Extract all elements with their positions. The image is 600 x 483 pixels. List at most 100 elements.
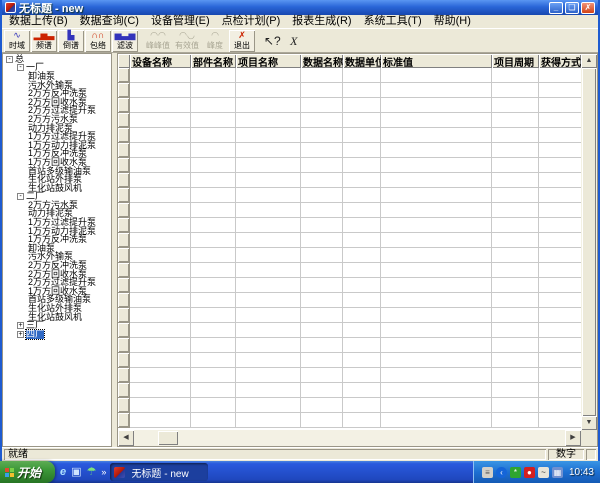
grid-cell[interactable] — [381, 338, 492, 353]
grid-cell[interactable] — [539, 383, 581, 398]
grid-cell[interactable] — [191, 263, 236, 278]
grid-column-header[interactable]: 项目周期 — [492, 54, 539, 68]
grid-cell[interactable] — [130, 353, 191, 368]
grid-cell[interactable] — [492, 308, 539, 323]
grid-cell[interactable] — [343, 113, 381, 128]
grid-cell[interactable] — [236, 203, 301, 218]
grid-cell[interactable] — [191, 158, 236, 173]
tree-node[interactable]: -一厂 — [4, 64, 111, 73]
grid-cell[interactable] — [539, 143, 581, 158]
tree-expand-icon[interactable]: - — [17, 64, 24, 71]
grid-cell[interactable] — [381, 278, 492, 293]
grid-cell[interactable] — [191, 398, 236, 413]
row-selector-cell[interactable] — [118, 368, 130, 383]
row-selector-cell[interactable] — [118, 68, 130, 83]
menu-item-help[interactable]: 帮助(H) — [428, 15, 477, 28]
grid-cell[interactable] — [236, 353, 301, 368]
tree-expand-icon[interactable]: + — [17, 322, 24, 329]
grid-cell[interactable] — [301, 98, 343, 113]
grid-cell[interactable] — [343, 338, 381, 353]
grid-cell[interactable] — [191, 233, 236, 248]
grid-cell[interactable] — [539, 323, 581, 338]
grid-cell[interactable] — [130, 143, 191, 158]
grid-cell[interactable] — [191, 248, 236, 263]
grid-cell[interactable] — [236, 218, 301, 233]
grid-cell[interactable] — [236, 293, 301, 308]
start-button[interactable]: 开始 — [0, 461, 55, 483]
grid-cell[interactable] — [191, 338, 236, 353]
grid-cell[interactable] — [301, 113, 343, 128]
close-button[interactable]: ✗ — [581, 2, 595, 14]
grid-column-header[interactable]: 设备名称 — [130, 54, 191, 68]
grid-cell[interactable] — [539, 128, 581, 143]
grid-cell[interactable] — [191, 368, 236, 383]
grid-cell[interactable] — [381, 368, 492, 383]
grid-cell[interactable] — [381, 128, 492, 143]
toolbar-context-help[interactable]: ↖? — [262, 30, 283, 52]
grid-column-header[interactable]: 项目名称 — [236, 54, 301, 68]
grid-column-header[interactable]: 获得方式 — [539, 54, 581, 68]
grid-cell[interactable] — [301, 188, 343, 203]
toolbar-time-domain[interactable]: ∿时域 — [4, 30, 30, 52]
grid-cell[interactable] — [492, 158, 539, 173]
grid-cell[interactable] — [492, 98, 539, 113]
scroll-left-icon[interactable]: ◀ — [118, 430, 134, 446]
grid-cell[interactable] — [381, 188, 492, 203]
grid-cell[interactable] — [236, 143, 301, 158]
grid-cell[interactable] — [492, 413, 539, 428]
row-selector-cell[interactable] — [118, 323, 130, 338]
grid-cell[interactable] — [492, 278, 539, 293]
internet-explorer-icon[interactable]: e — [60, 463, 66, 481]
grid-cell[interactable] — [236, 413, 301, 428]
grid-cell[interactable] — [236, 308, 301, 323]
row-selector-cell[interactable] — [118, 143, 130, 158]
grid-cell[interactable] — [301, 398, 343, 413]
grid-cell[interactable] — [301, 338, 343, 353]
grid-cell[interactable] — [492, 233, 539, 248]
grid-cell[interactable] — [236, 188, 301, 203]
row-selector-cell[interactable] — [118, 278, 130, 293]
menu-item-system-tools[interactable]: 系统工具(T) — [358, 15, 428, 28]
grid-cell[interactable] — [343, 263, 381, 278]
grid-cell[interactable] — [343, 83, 381, 98]
grid-cell[interactable] — [191, 278, 236, 293]
grid-cell[interactable] — [301, 368, 343, 383]
grid-cell[interactable] — [381, 263, 492, 278]
umbrella-icon[interactable]: ☂ — [87, 463, 97, 481]
grid-cell[interactable] — [236, 68, 301, 83]
grid-cell[interactable] — [381, 308, 492, 323]
grid-cell[interactable] — [236, 128, 301, 143]
grid-cell[interactable] — [492, 68, 539, 83]
grid-cell[interactable] — [492, 173, 539, 188]
grid-cell[interactable] — [492, 218, 539, 233]
grid-cell[interactable] — [381, 113, 492, 128]
row-selector-cell[interactable] — [118, 413, 130, 428]
grid-cell[interactable] — [130, 83, 191, 98]
grid-cell[interactable] — [301, 293, 343, 308]
grid-cell[interactable] — [301, 308, 343, 323]
show-desktop-icon[interactable]: ▣ — [71, 463, 81, 481]
grid-cell[interactable] — [539, 308, 581, 323]
power-icon[interactable]: ~ — [538, 467, 549, 478]
grid-cell[interactable] — [191, 323, 236, 338]
row-selector-cell[interactable] — [118, 308, 130, 323]
row-selector-cell[interactable] — [118, 233, 130, 248]
grid-cell[interactable] — [191, 83, 236, 98]
grid-cell[interactable] — [130, 338, 191, 353]
grid-cell[interactable] — [301, 248, 343, 263]
grid-cell[interactable] — [343, 233, 381, 248]
grid-cell[interactable] — [236, 368, 301, 383]
grid-cell[interactable] — [343, 323, 381, 338]
grid-cell[interactable] — [343, 368, 381, 383]
vertical-scrollbar[interactable]: ▲ ▼ — [581, 54, 597, 430]
grid-cell[interactable] — [381, 353, 492, 368]
grid-cell[interactable] — [191, 383, 236, 398]
grid-cell[interactable] — [301, 218, 343, 233]
vertical-scroll-thumb[interactable] — [582, 68, 596, 416]
scroll-down-icon[interactable]: ▼ — [581, 416, 597, 430]
grid-cell[interactable] — [343, 248, 381, 263]
taskbar-task-button[interactable]: 无标题 - new — [110, 463, 208, 481]
tree-node[interactable]: 生化站鼓风机 — [4, 313, 111, 322]
row-selector-cell[interactable] — [118, 338, 130, 353]
grid-cell[interactable] — [130, 233, 191, 248]
